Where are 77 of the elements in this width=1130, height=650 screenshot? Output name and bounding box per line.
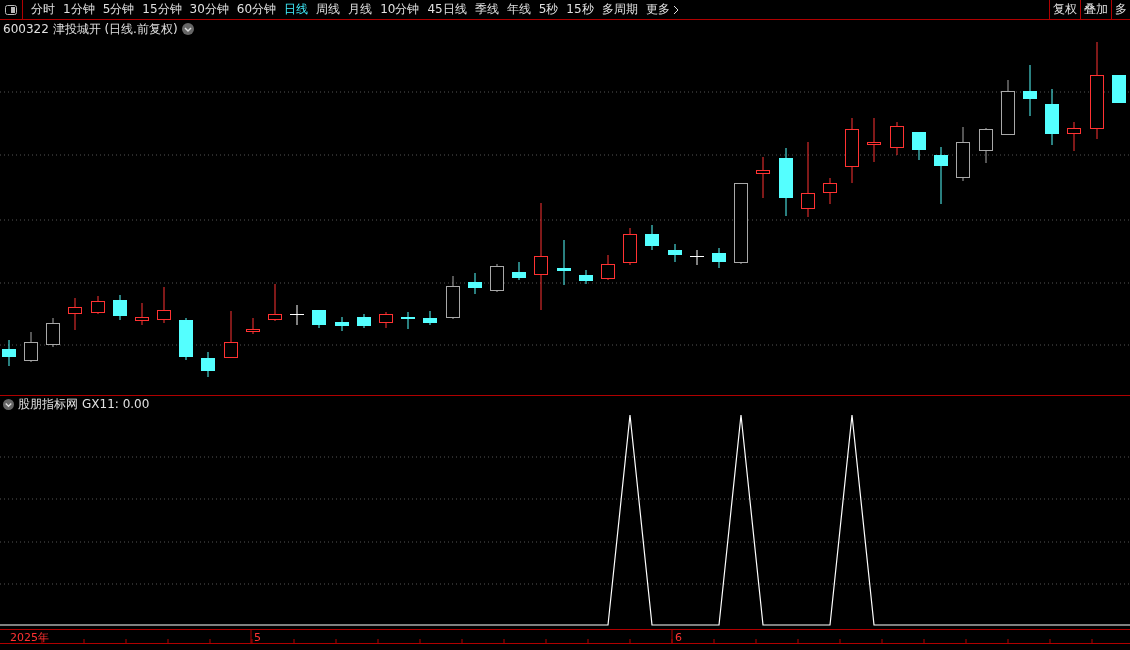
candlestick — [379, 311, 393, 329]
candlestick — [24, 331, 38, 363]
period-tab[interactable]: 分时 — [27, 0, 59, 19]
period-tab[interactable]: 15秒 — [562, 0, 598, 19]
candlestick — [157, 286, 171, 324]
candlestick — [623, 227, 637, 266]
candlestick — [1067, 121, 1081, 152]
period-tab[interactable]: 多周期 — [597, 0, 642, 19]
candlestick — [845, 117, 859, 184]
candlestick — [712, 247, 726, 269]
period-tab[interactable]: 日线 — [280, 0, 313, 19]
period-tab[interactable]: 季线 — [470, 0, 503, 19]
candlestick — [312, 309, 326, 329]
candlestick — [557, 239, 571, 286]
candlestick — [512, 261, 526, 281]
more-button[interactable]: 更多 — [641, 0, 683, 19]
candlestick — [689, 249, 705, 266]
panel-icon — [5, 4, 17, 15]
candlestick — [1045, 88, 1059, 146]
indicator-reading: GX11: 0.00 — [82, 397, 150, 411]
axis-label: 5 — [254, 631, 261, 644]
candlestick — [246, 317, 260, 335]
toolbar-button[interactable]: 叠加 — [1080, 0, 1111, 19]
candlestick — [1001, 79, 1015, 136]
period-tab[interactable]: 15分钟 — [138, 0, 186, 19]
candlestick — [867, 117, 881, 163]
candlestick — [934, 146, 948, 205]
candlestick — [979, 127, 993, 164]
candlestick — [135, 302, 149, 326]
candlestick — [890, 121, 904, 156]
candlestick — [1112, 74, 1126, 104]
candlestick — [956, 126, 970, 182]
candlestick — [401, 311, 415, 330]
candlestick — [113, 294, 127, 321]
candlestick — [201, 351, 215, 378]
indicator-name: 股朋指标网 — [18, 395, 78, 413]
period-tab[interactable]: 5秒 — [534, 0, 563, 19]
candlestick — [91, 295, 105, 315]
candlestick — [68, 297, 82, 331]
candlestick — [668, 243, 682, 263]
period-tab[interactable]: 45日线 — [423, 0, 471, 19]
candlestick — [335, 316, 349, 332]
candlestick — [423, 310, 437, 326]
chevron-down-icon[interactable] — [181, 23, 194, 35]
period-tab[interactable]: 60分钟 — [232, 0, 281, 19]
candlestick — [779, 147, 793, 217]
period-tab[interactable]: 周线 — [312, 0, 345, 19]
candlestick — [179, 317, 193, 361]
candlestick — [823, 177, 837, 205]
candlestick — [912, 131, 926, 161]
period-tab[interactable]: 10分钟 — [376, 0, 424, 19]
period-tab[interactable]: 5分钟 — [98, 0, 139, 19]
candlestick — [490, 263, 504, 293]
candlestick — [601, 254, 615, 281]
candlestick — [357, 313, 371, 329]
candlestick — [289, 304, 305, 326]
candlestick — [1023, 64, 1037, 117]
period-tab[interactable]: 月线 — [344, 0, 377, 19]
candlestick — [2, 339, 16, 367]
candlestick — [268, 283, 282, 322]
chart-title: 600322 津投城开 (日线.前复权) — [3, 20, 178, 38]
toolbar-button[interactable]: 复权 — [1049, 0, 1080, 19]
period-tab[interactable]: 1分钟 — [59, 0, 99, 19]
toolbar-button[interactable]: 多 — [1111, 0, 1130, 19]
candlestick — [579, 269, 593, 285]
axis-label: 2025年 — [10, 631, 49, 644]
chevron-down-icon[interactable] — [3, 398, 14, 410]
chevron-right-icon — [672, 4, 679, 15]
candlestick — [224, 310, 238, 359]
candlestick — [46, 317, 60, 348]
axis-label: 6 — [675, 631, 682, 644]
period-tab[interactable]: 年线 — [502, 0, 535, 19]
candlestick — [756, 156, 770, 199]
candlestick — [468, 272, 482, 295]
candlestick — [446, 275, 460, 320]
candlestick — [645, 224, 659, 251]
period-tab[interactable]: 30分钟 — [185, 0, 233, 19]
